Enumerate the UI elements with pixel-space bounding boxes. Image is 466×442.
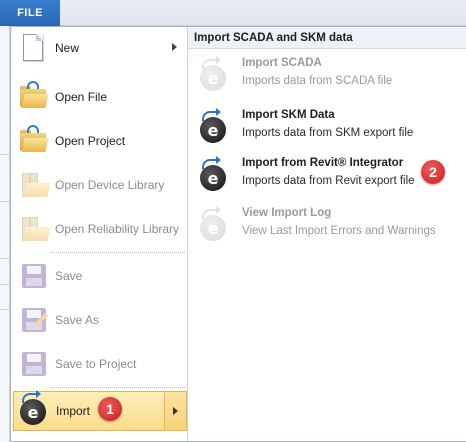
view-log-icon: e bbox=[198, 206, 228, 241]
menu-item-label: Save bbox=[55, 269, 83, 283]
import-revit-icon: e bbox=[198, 156, 228, 191]
import-submenu-panel: Import SCADA and SKM data e Import SCADA… bbox=[188, 27, 466, 441]
callout-badge-2: 2 bbox=[421, 160, 445, 184]
menu-item-save-as[interactable]: Save As bbox=[13, 299, 187, 341]
submenu-item-description: View Last Import Errors and Warnings bbox=[242, 225, 436, 237]
submenu-item-title: Import from Revit® Integrator bbox=[242, 157, 404, 169]
save-to-project-icon bbox=[17, 348, 49, 380]
file-menu-commands: New Open File Open Project Open Device L… bbox=[11, 27, 188, 441]
new-document-icon bbox=[17, 32, 49, 64]
ribbon-bar: FILE bbox=[0, 0, 466, 26]
menu-item-label: New bbox=[55, 41, 80, 55]
menu-item-open-file[interactable]: Open File bbox=[13, 76, 187, 118]
callout-badge-1: 1 bbox=[98, 397, 122, 421]
submenu-item-view-import-log[interactable]: e View Import Log View Last Import Error… bbox=[194, 205, 462, 249]
submenu-item-description: Imports data from SKM export file bbox=[242, 127, 414, 139]
menu-item-open-device-library[interactable]: Open Device Library bbox=[13, 164, 187, 206]
menu-item-label: Open Reliability Library bbox=[55, 222, 180, 236]
menu-item-new[interactable]: New bbox=[13, 27, 187, 69]
menu-item-label: Open Device Library bbox=[55, 178, 165, 192]
submenu-arrow-icon bbox=[172, 43, 177, 51]
file-tab[interactable]: FILE bbox=[0, 0, 60, 26]
menu-item-save-to-project[interactable]: Save to Project bbox=[13, 343, 187, 385]
menu-item-label: Open File bbox=[55, 90, 108, 104]
submenu-item-title: Import SKM Data bbox=[242, 109, 335, 121]
menu-item-label: Save to Project bbox=[55, 357, 137, 371]
save-disk-icon bbox=[17, 260, 49, 292]
submenu-item-description: Imports data from Revit export file bbox=[242, 175, 415, 187]
open-folder-icon bbox=[17, 81, 49, 113]
menu-item-open-reliability-library[interactable]: Open Reliability Library bbox=[13, 208, 187, 250]
menu-item-open-project[interactable]: Open Project bbox=[13, 120, 187, 162]
menu-item-label: Save As bbox=[55, 313, 100, 327]
menu-item-save[interactable]: Save bbox=[13, 255, 187, 297]
menu-separator bbox=[51, 387, 185, 388]
menu-item-label: Import bbox=[56, 404, 91, 418]
import-icon: e bbox=[18, 390, 50, 427]
save-as-icon bbox=[17, 304, 49, 336]
submenu-header: Import SCADA and SKM data bbox=[188, 27, 466, 49]
import-scada-icon: e bbox=[198, 56, 228, 91]
submenu-arrow-icon bbox=[173, 407, 178, 415]
menu-separator bbox=[51, 252, 185, 253]
menu-item-label: Open Project bbox=[55, 134, 126, 148]
file-backstage-menu: New Open File Open Project Open Device L… bbox=[10, 26, 466, 442]
submenu-item-import-skm[interactable]: e Import SKM Data Imports data from SKM … bbox=[194, 107, 462, 151]
submenu-item-import-scada[interactable]: e Import SCADA Imports data from SCADA f… bbox=[194, 55, 462, 99]
background-app-edge bbox=[0, 26, 10, 442]
submenu-item-title: Import SCADA bbox=[242, 57, 322, 69]
submenu-item-title: View Import Log bbox=[242, 207, 332, 219]
submenu-item-description: Imports data from SCADA file bbox=[242, 75, 393, 87]
open-project-icon bbox=[17, 125, 49, 157]
import-skm-icon: e bbox=[198, 108, 228, 143]
reliability-library-icon bbox=[17, 213, 51, 245]
device-library-icon bbox=[17, 169, 51, 201]
